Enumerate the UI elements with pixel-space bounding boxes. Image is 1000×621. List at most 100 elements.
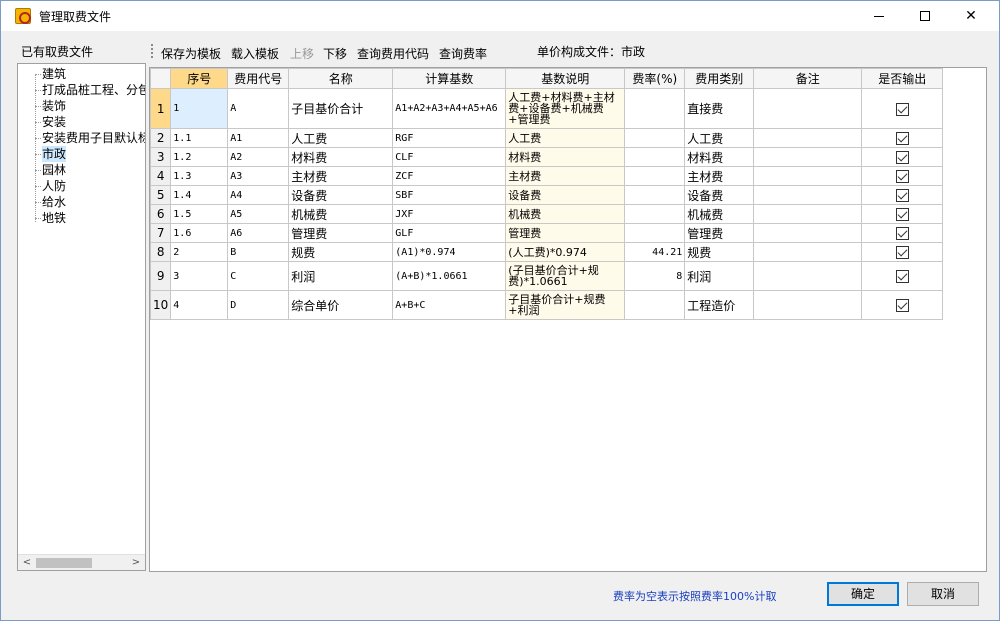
cell-note[interactable] (753, 204, 863, 224)
row-number[interactable]: 3 (150, 147, 172, 167)
tree-item[interactable]: 地铁 (42, 210, 66, 226)
close-button[interactable]: ✕ (948, 1, 994, 31)
column-header[interactable] (150, 68, 172, 89)
cell-seq[interactable]: 1.4 (170, 185, 229, 205)
table-row[interactable]: 8 2 B 规费 (A1)*0.974 (人工费)*0.974 44.21 规费 (150, 242, 944, 262)
output-checkbox[interactable] (895, 102, 909, 116)
tree-item[interactable]: 人防 (42, 178, 66, 194)
cell-output[interactable] (861, 185, 944, 205)
row-number[interactable]: 10 (150, 290, 172, 320)
cell-base[interactable]: RGF (392, 128, 507, 148)
cell-desc[interactable]: 材料费 (505, 147, 626, 167)
cell-category[interactable]: 利润 (684, 261, 755, 291)
cell-rate[interactable] (624, 290, 686, 320)
scrollbar-thumb[interactable] (36, 558, 92, 568)
cell-output[interactable] (861, 166, 944, 186)
cell-name[interactable]: 综合单价 (288, 290, 394, 320)
cell-desc[interactable]: (人工费)*0.974 (505, 242, 626, 262)
cell-output[interactable] (861, 128, 944, 148)
cell-category[interactable]: 材料费 (684, 147, 755, 167)
cell-name[interactable]: 设备费 (288, 185, 394, 205)
load-template-button[interactable]: 载入模板 (231, 45, 279, 62)
cell-seq[interactable]: 1 (170, 88, 229, 129)
cell-rate[interactable] (624, 147, 686, 167)
cell-category[interactable]: 主材费 (684, 166, 755, 186)
move-down-button[interactable]: 下移 (323, 45, 347, 62)
cell-category[interactable]: 工程造价 (684, 290, 755, 320)
cell-base[interactable]: (A+B)*1.0661 (392, 261, 507, 291)
cell-rate[interactable] (624, 88, 686, 129)
cell-name[interactable]: 人工费 (288, 128, 394, 148)
cell-desc[interactable]: 子目基价合计+规费+利润 (505, 290, 626, 320)
column-header[interactable]: 序号 (170, 68, 229, 89)
query-rate-button[interactable]: 查询费率 (439, 45, 487, 62)
minimize-button[interactable] (856, 1, 902, 31)
cell-name[interactable]: 利润 (288, 261, 394, 291)
row-number[interactable]: 8 (150, 242, 172, 262)
cell-note[interactable] (753, 166, 863, 186)
column-header[interactable]: 费率(%) (624, 68, 686, 89)
move-up-button[interactable]: 上移 (290, 45, 314, 62)
cell-base[interactable]: GLF (392, 223, 507, 243)
cell-seq[interactable]: 1.3 (170, 166, 229, 186)
cell-seq[interactable]: 2 (170, 242, 229, 262)
cell-rate[interactable]: 8 (624, 261, 686, 291)
column-header[interactable]: 计算基数 (392, 68, 507, 89)
cell-seq[interactable]: 1.2 (170, 147, 229, 167)
column-header[interactable]: 是否输出 (861, 68, 944, 89)
cell-note[interactable] (753, 185, 863, 205)
cell-category[interactable]: 设备费 (684, 185, 755, 205)
tree-item[interactable]: 给水 (42, 194, 66, 210)
cell-desc[interactable]: 主材费 (505, 166, 626, 186)
tree-item[interactable]: 市政 (42, 146, 67, 162)
cell-code[interactable]: A (227, 88, 290, 129)
cell-code[interactable]: D (227, 290, 290, 320)
row-number[interactable]: 7 (150, 223, 172, 243)
table-row[interactable]: 2 1.1 A1 人工费 RGF 人工费 人工费 (150, 128, 944, 148)
output-checkbox[interactable] (895, 208, 909, 221)
cell-category[interactable]: 机械费 (684, 204, 755, 224)
cell-note[interactable] (753, 290, 863, 320)
cell-output[interactable] (861, 204, 944, 224)
cell-rate[interactable] (624, 185, 686, 205)
tree-horizontal-scrollbar[interactable]: < > (18, 554, 145, 570)
cell-name[interactable]: 管理费 (288, 223, 394, 243)
output-checkbox[interactable] (895, 151, 909, 164)
cell-base[interactable]: JXF (392, 204, 507, 224)
cell-code[interactable]: A5 (227, 204, 290, 224)
cell-note[interactable] (753, 261, 863, 291)
cell-rate[interactable] (624, 223, 686, 243)
tree-item[interactable]: 安装费用子目默认标 (42, 130, 145, 146)
output-checkbox[interactable] (895, 189, 909, 202)
cell-category[interactable]: 管理费 (684, 223, 755, 243)
cell-category[interactable]: 直接费 (684, 88, 755, 129)
table-row[interactable]: 7 1.6 A6 管理费 GLF 管理费 管理费 (150, 223, 944, 243)
cell-code[interactable]: A4 (227, 185, 290, 205)
column-header[interactable]: 费用类别 (684, 68, 755, 89)
query-fee-code-button[interactable]: 查询费用代码 (357, 45, 429, 62)
output-checkbox[interactable] (895, 270, 909, 283)
cell-seq[interactable]: 4 (170, 290, 229, 320)
cell-base[interactable]: A1+A2+A3+A4+A5+A6 (392, 88, 507, 129)
cell-output[interactable] (861, 290, 944, 320)
scroll-left-icon[interactable]: < (19, 556, 35, 570)
row-number[interactable]: 4 (150, 166, 172, 186)
tree-item[interactable]: 装饰 (42, 98, 66, 114)
row-number[interactable]: 5 (150, 185, 172, 205)
row-number[interactable]: 1 (150, 88, 172, 129)
output-checkbox[interactable] (895, 132, 909, 145)
cell-rate[interactable] (624, 204, 686, 224)
cell-code[interactable]: A6 (227, 223, 290, 243)
cell-base[interactable]: A+B+C (392, 290, 507, 320)
cell-name[interactable]: 材料费 (288, 147, 394, 167)
scroll-right-icon[interactable]: > (128, 556, 144, 570)
cell-desc[interactable]: 设备费 (505, 185, 626, 205)
table-row[interactable]: 9 3 C 利润 (A+B)*1.0661 (子目基价合计+规费)*1.0661 8 利润 (150, 261, 944, 291)
cancel-button[interactable]: 取消 (907, 582, 979, 606)
cell-desc[interactable]: 机械费 (505, 204, 626, 224)
cell-code[interactable]: B (227, 242, 290, 262)
cell-code[interactable]: A3 (227, 166, 290, 186)
cell-category[interactable]: 人工费 (684, 128, 755, 148)
cell-note[interactable] (753, 242, 863, 262)
row-number[interactable]: 9 (150, 261, 172, 291)
